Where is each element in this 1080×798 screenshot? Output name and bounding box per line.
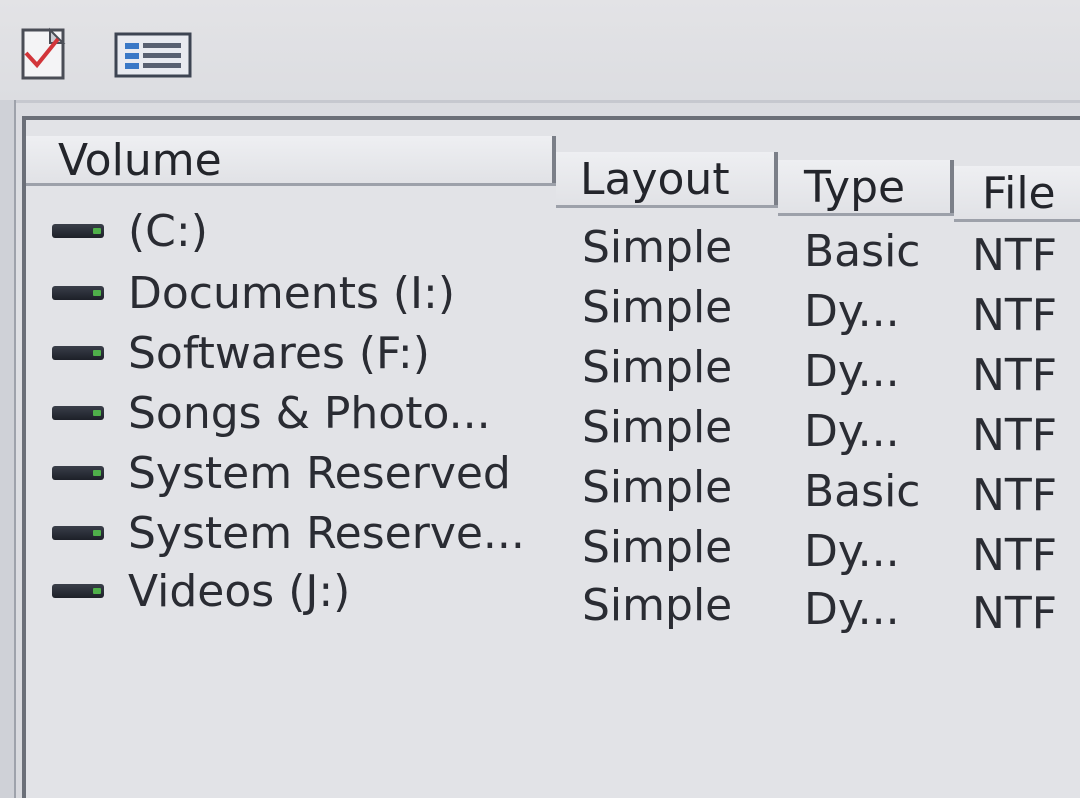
window-border bbox=[0, 100, 16, 798]
volume-name: Documents (I:) bbox=[128, 268, 455, 319]
table-row[interactable]: System Reserve... Simple Dy... NTF bbox=[26, 506, 1080, 581]
drive-icon bbox=[52, 584, 104, 598]
table-row[interactable]: Videos (J:) Simple Dy... NTF bbox=[26, 564, 1080, 639]
column-header-label: Volume bbox=[58, 135, 222, 186]
drive-icon bbox=[52, 346, 104, 360]
column-header-label: Layout bbox=[580, 154, 730, 205]
volume-name: (C:) bbox=[128, 206, 208, 257]
list-view-button[interactable] bbox=[108, 26, 198, 84]
check-document-icon bbox=[21, 27, 66, 80]
volume-name: System Reserve... bbox=[128, 508, 525, 559]
drive-icon bbox=[52, 224, 104, 238]
table-row[interactable]: (C:) Simple Basic NTF bbox=[26, 204, 1080, 281]
drive-icon bbox=[52, 286, 104, 300]
table-row[interactable]: Documents (I:) Simple Dy... NTF bbox=[26, 266, 1080, 341]
volume-name: Videos (J:) bbox=[128, 566, 351, 617]
table-row[interactable]: System Reserved Simple Basic NTF bbox=[26, 446, 1080, 521]
table-row[interactable]: Softwares (F:) Simple Dy... NTF bbox=[26, 326, 1080, 401]
column-header-row: Volume Layout Type File bbox=[26, 120, 1080, 222]
volume-file-system: NTF bbox=[972, 588, 1058, 639]
column-header-volume[interactable]: Volume bbox=[26, 136, 556, 186]
volume-list: Volume Layout Type File (C:) Simple Basi… bbox=[22, 116, 1080, 798]
table-row[interactable]: Songs & Photo... Simple Dy... NTF bbox=[26, 386, 1080, 461]
disk-management-window: Volume Layout Type File (C:) Simple Basi… bbox=[0, 0, 1080, 798]
volume-name: Softwares (F:) bbox=[128, 328, 430, 379]
volume-name: System Reserved bbox=[128, 448, 511, 499]
toolbar bbox=[0, 0, 1080, 103]
volume-name: Songs & Photo... bbox=[128, 388, 491, 439]
properties-button[interactable] bbox=[14, 26, 76, 84]
drive-icon bbox=[52, 526, 104, 540]
column-header-layout[interactable]: Layout bbox=[556, 152, 778, 208]
drive-icon bbox=[52, 406, 104, 420]
volume-type: Dy... bbox=[804, 584, 900, 635]
drive-icon bbox=[52, 466, 104, 480]
list-view-icon bbox=[114, 32, 192, 78]
volume-layout: Simple bbox=[582, 580, 733, 631]
